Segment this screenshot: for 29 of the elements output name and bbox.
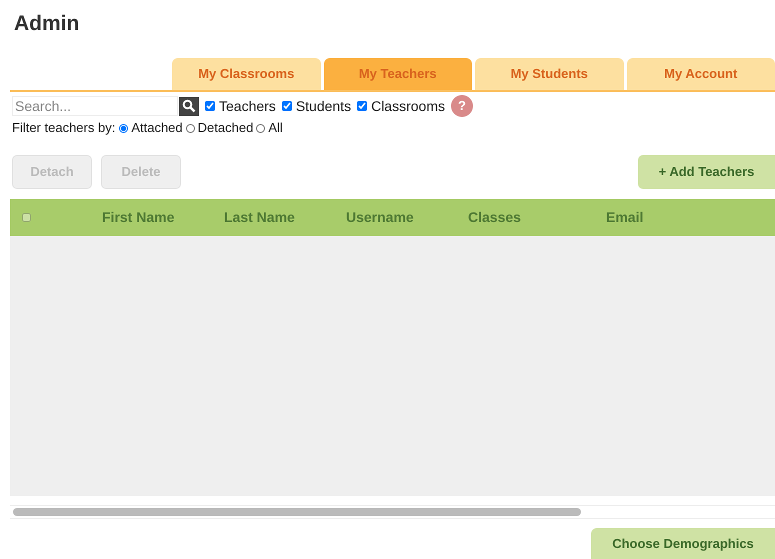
- tab[interactable]: My Teachers: [324, 58, 472, 90]
- radio-button[interactable]: [186, 124, 195, 132]
- checkbox[interactable]: [357, 101, 368, 111]
- column-header[interactable]: Email: [606, 207, 686, 228]
- checkbox[interactable]: [282, 101, 292, 111]
- tab[interactable]: My Classrooms: [172, 58, 320, 90]
- help-icon[interactable]: ?: [450, 95, 473, 117]
- add-teachers-button[interactable]: + Add Teachers: [638, 154, 775, 188]
- checkbox[interactable]: [205, 101, 215, 111]
- choose-demographics-button[interactable]: Choose Demographics: [591, 528, 775, 559]
- search-field[interactable]: Search...: [12, 96, 178, 116]
- scrollbar-thumb[interactable]: [13, 508, 581, 516]
- column-header[interactable]: First Name: [102, 207, 224, 228]
- search-icon[interactable]: [179, 96, 199, 116]
- radio-label: Attached: [131, 119, 183, 138]
- column-header[interactable]: Classes: [468, 207, 606, 228]
- checkbox-label: Students: [296, 96, 352, 116]
- filter-label: Filter teachers by:: [12, 119, 116, 138]
- tab[interactable]: My Account: [626, 58, 775, 90]
- column-header[interactable]: Username: [346, 207, 468, 228]
- page-title: Admin: [14, 11, 80, 37]
- checkbox-label: Teachers: [219, 96, 276, 116]
- tab[interactable]: My Students: [475, 58, 624, 90]
- radio-label: Detached: [198, 119, 254, 138]
- radio-label: All: [268, 119, 283, 138]
- radio-button[interactable]: [256, 124, 266, 132]
- column-header[interactable]: Last Name: [224, 207, 346, 228]
- checkbox-label: Classrooms: [371, 96, 445, 116]
- radio-button[interactable]: [119, 124, 128, 132]
